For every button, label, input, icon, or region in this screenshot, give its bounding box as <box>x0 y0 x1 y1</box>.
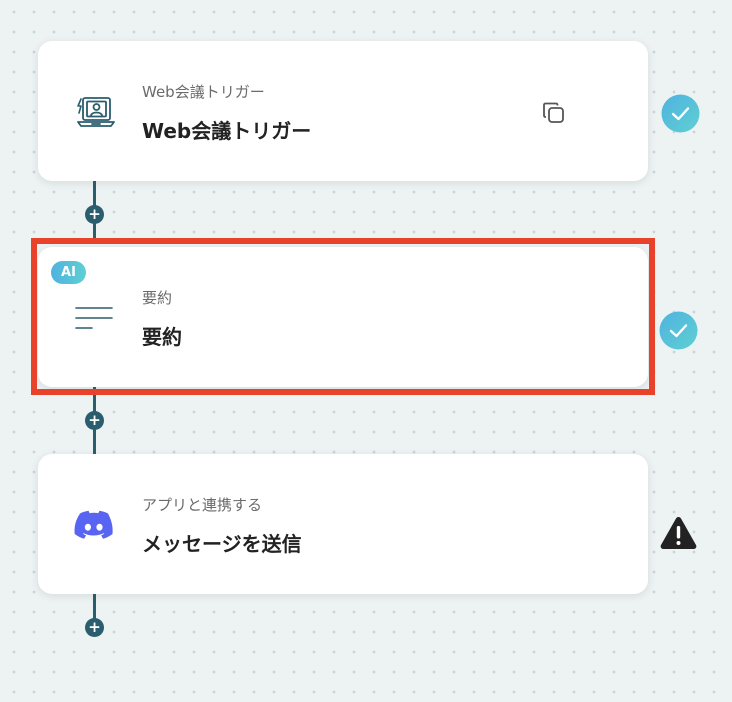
step-title: Web会議トリガー <box>142 119 312 143</box>
add-step-button[interactable]: + <box>85 205 104 224</box>
web-meeting-trigger-icon <box>72 89 116 133</box>
step-card-web-meeting-trigger[interactable]: Web会議トリガー Web会議トリガー <box>38 41 648 181</box>
step-subtitle: Web会議トリガー <box>142 83 265 101</box>
step-subtitle: アプリと連携する <box>142 496 263 514</box>
add-step-button[interactable]: + <box>85 411 104 430</box>
discord-icon <box>72 502 116 546</box>
step-card-send-message[interactable]: アプリと連携する メッセージを送信 <box>38 454 648 594</box>
step-title: メッセージを送信 <box>142 532 302 556</box>
ai-badge: AI <box>51 261 86 284</box>
step-complete-check-icon <box>661 94 700 133</box>
step-complete-check-icon <box>659 311 698 350</box>
selected-step-highlight <box>31 238 655 395</box>
warning-icon <box>659 514 698 553</box>
copy-icon[interactable] <box>541 100 567 126</box>
add-step-button[interactable]: + <box>85 618 104 637</box>
